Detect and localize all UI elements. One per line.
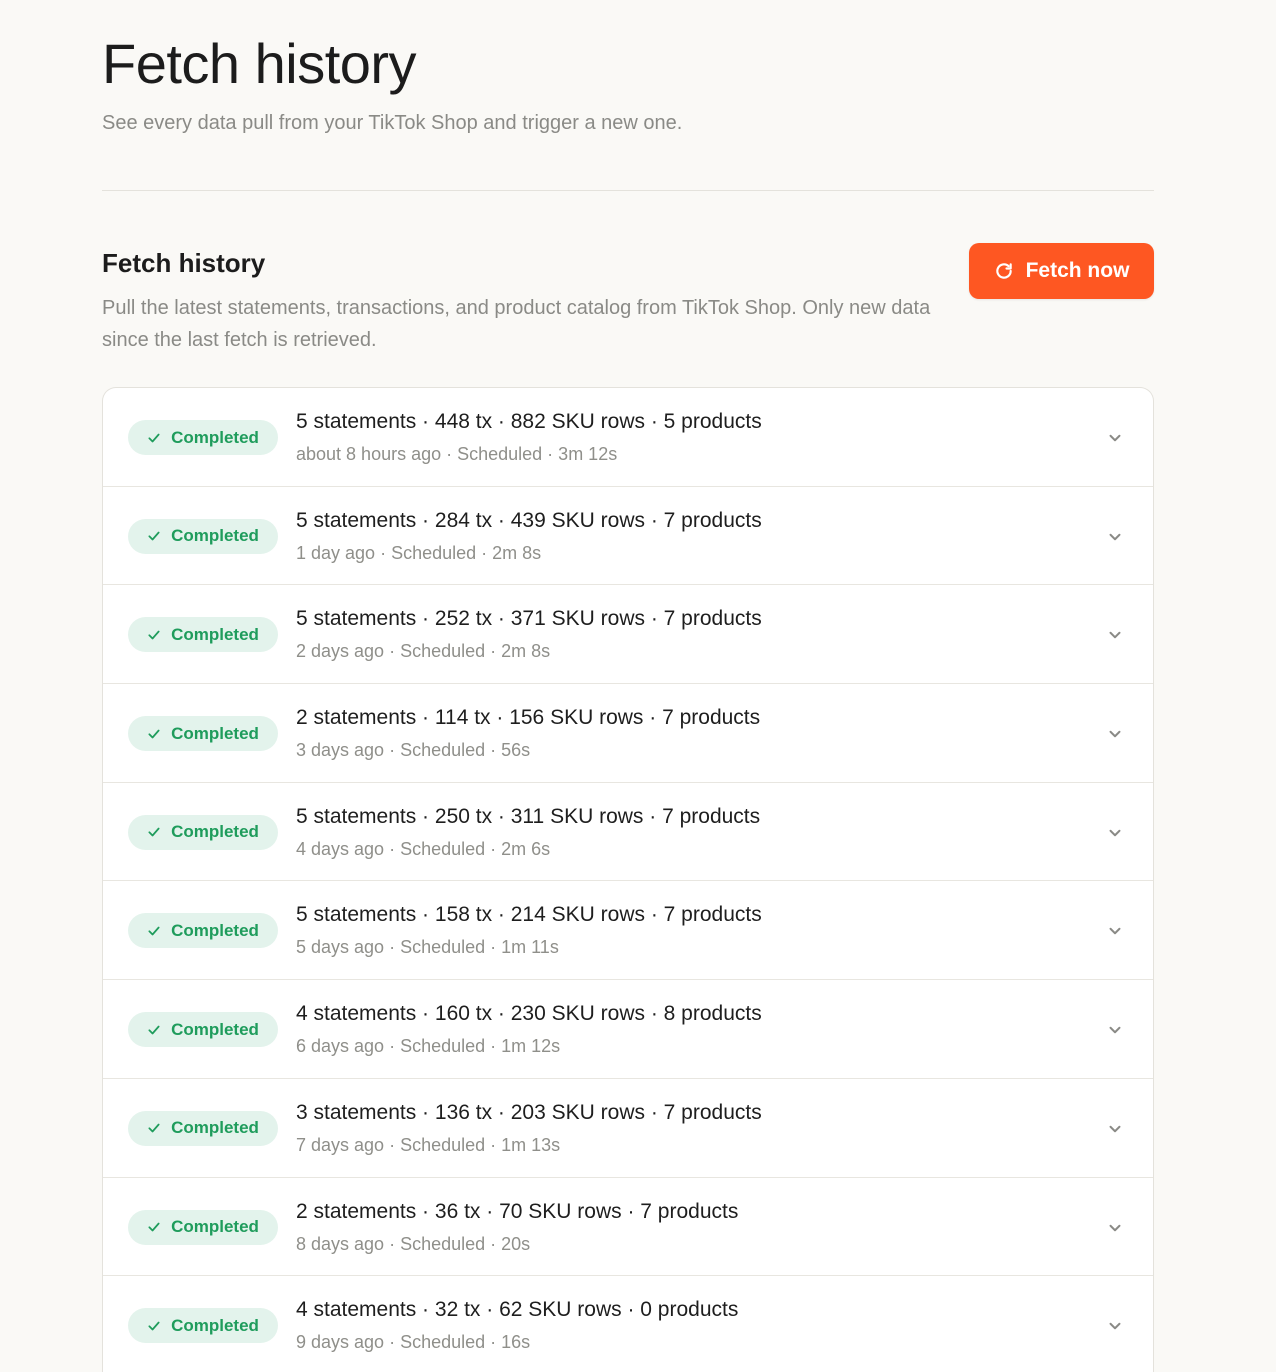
chevron-down-icon[interactable] [1105, 625, 1125, 645]
check-icon [147, 924, 161, 938]
chevron-down-icon[interactable] [1105, 1119, 1125, 1139]
fetch-summary: 2 statements · 114 tx · 156 SKU rows · 7… [296, 706, 761, 730]
fetch-row[interactable]: Completed 4 statements · 160 tx · 230 SK… [103, 980, 1153, 1079]
fetch-summary: 4 statements · 160 tx · 230 SKU rows · 8… [296, 1002, 762, 1026]
status-badge: Completed [128, 420, 278, 455]
fetch-summary: 2 statements · 36 tx · 70 SKU rows · 7 p… [296, 1199, 739, 1223]
fetch-summary: 5 statements · 448 tx · 882 SKU rows · 5… [296, 410, 762, 433]
fetch-row[interactable]: Completed 4 statements · 32 tx · 62 SKU … [103, 1276, 1153, 1372]
status-badge: Completed [128, 1209, 278, 1245]
fetch-meta: about 8 hours ago · Scheduled · 3m 12s [296, 444, 618, 464]
chevron-down-icon[interactable] [1105, 428, 1125, 448]
check-icon [147, 529, 161, 543]
fetch-meta: 3 days ago · Scheduled · 56s [296, 740, 531, 761]
fetch-meta: 4 days ago · Scheduled · 2m 6s [296, 838, 551, 859]
fetch-row[interactable]: Completed 5 statements · 448 tx · 882 SK… [103, 388, 1153, 487]
chevron-down-icon[interactable] [1105, 823, 1125, 843]
status-badge: Completed [128, 1308, 278, 1344]
chevron-down-icon[interactable] [1105, 724, 1125, 744]
page-subtitle: See every data pull from your TikTok Sho… [102, 112, 683, 134]
chevron-down-icon[interactable] [1105, 1316, 1125, 1336]
check-icon [147, 1319, 161, 1333]
status-label: Completed [171, 822, 259, 842]
fetch-meta: 1 day ago · Scheduled · 2m 8s [296, 542, 542, 563]
fetch-summary: 3 statements · 136 tx · 203 SKU rows · 7… [296, 1100, 762, 1124]
fetch-row[interactable]: Completed 5 statements · 158 tx · 214 SK… [103, 881, 1153, 981]
status-badge: Completed [128, 518, 278, 554]
check-icon [147, 825, 161, 839]
fetch-meta: 6 days ago · Scheduled · 1m 12s [296, 1036, 561, 1057]
fetch-history-list: Completed 5 statements · 448 tx · 882 SK… [102, 387, 1154, 1372]
check-icon [147, 727, 161, 741]
fetch-summary: 4 statements · 32 tx · 62 SKU rows · 0 p… [296, 1298, 739, 1322]
status-label: Completed [171, 427, 259, 447]
status-label: Completed [171, 1217, 259, 1236]
fetch-row[interactable]: Completed 5 statements · 252 tx · 371 SK… [103, 585, 1153, 685]
section-description: Pull the latest statements, transactions… [102, 297, 931, 351]
status-label: Completed [171, 526, 259, 546]
status-badge: Completed [128, 1012, 278, 1048]
fetch-meta: 7 days ago · Scheduled · 1m 13s [296, 1134, 561, 1155]
fetch-row[interactable]: Completed 2 statements · 114 tx · 156 SK… [103, 684, 1153, 783]
fetch-meta: 9 days ago · Scheduled · 16s [296, 1332, 531, 1353]
chevron-down-icon[interactable] [1105, 1020, 1125, 1040]
status-label: Completed [171, 1019, 259, 1039]
fetch-summary: 5 statements · 250 tx · 311 SKU rows · 7… [296, 804, 761, 828]
section-title: Fetch history [102, 248, 266, 278]
page-title: Fetch history [102, 32, 417, 95]
status-badge: Completed [128, 1110, 278, 1146]
chevron-down-icon[interactable] [1105, 527, 1125, 547]
fetch-row[interactable]: Completed 2 statements · 36 tx · 70 SKU … [103, 1178, 1153, 1277]
check-icon [147, 1121, 161, 1135]
status-label: Completed [171, 1118, 259, 1138]
fetch-row[interactable]: Completed 5 statements · 284 tx · 439 SK… [103, 487, 1153, 586]
fetch-now-button[interactable]: Fetch now [969, 243, 1154, 299]
fetch-meta: 2 days ago · Scheduled · 2m 8s [296, 641, 551, 662]
status-badge: Completed [128, 913, 278, 949]
check-icon [147, 1023, 161, 1037]
fetch-row[interactable]: Completed 5 statements · 250 tx · 311 SK… [103, 783, 1153, 882]
divider [102, 190, 1154, 191]
status-badge: Completed [128, 617, 278, 653]
fetch-summary: 5 statements · 158 tx · 214 SKU rows · 7… [296, 903, 762, 927]
page: Fetch history See every data pull from y… [0, 0, 1276, 1372]
check-icon [147, 628, 161, 642]
status-label: Completed [171, 723, 259, 743]
fetch-summary: 5 statements · 284 tx · 439 SKU rows · 7… [296, 508, 762, 532]
status-badge: Completed [128, 716, 278, 752]
status-badge: Completed [128, 814, 278, 850]
status-label: Completed [171, 1315, 259, 1335]
fetch-meta: 8 days ago · Scheduled · 20s [296, 1233, 531, 1254]
status-label: Completed [171, 624, 259, 644]
fetch-meta: 5 days ago · Scheduled · 1m 11s [296, 937, 559, 958]
chevron-down-icon[interactable] [1105, 921, 1125, 941]
status-label: Completed [171, 920, 259, 940]
fetch-summary: 5 statements · 252 tx · 371 SKU rows · 7… [296, 607, 762, 631]
fetch-now-label: Fetch now [1025, 259, 1130, 282]
fetch-row[interactable]: Completed 3 statements · 136 tx · 203 SK… [103, 1079, 1153, 1178]
check-icon [147, 1220, 161, 1234]
refresh-icon [994, 261, 1014, 281]
check-icon [147, 431, 161, 445]
chevron-down-icon[interactable] [1105, 1218, 1125, 1238]
